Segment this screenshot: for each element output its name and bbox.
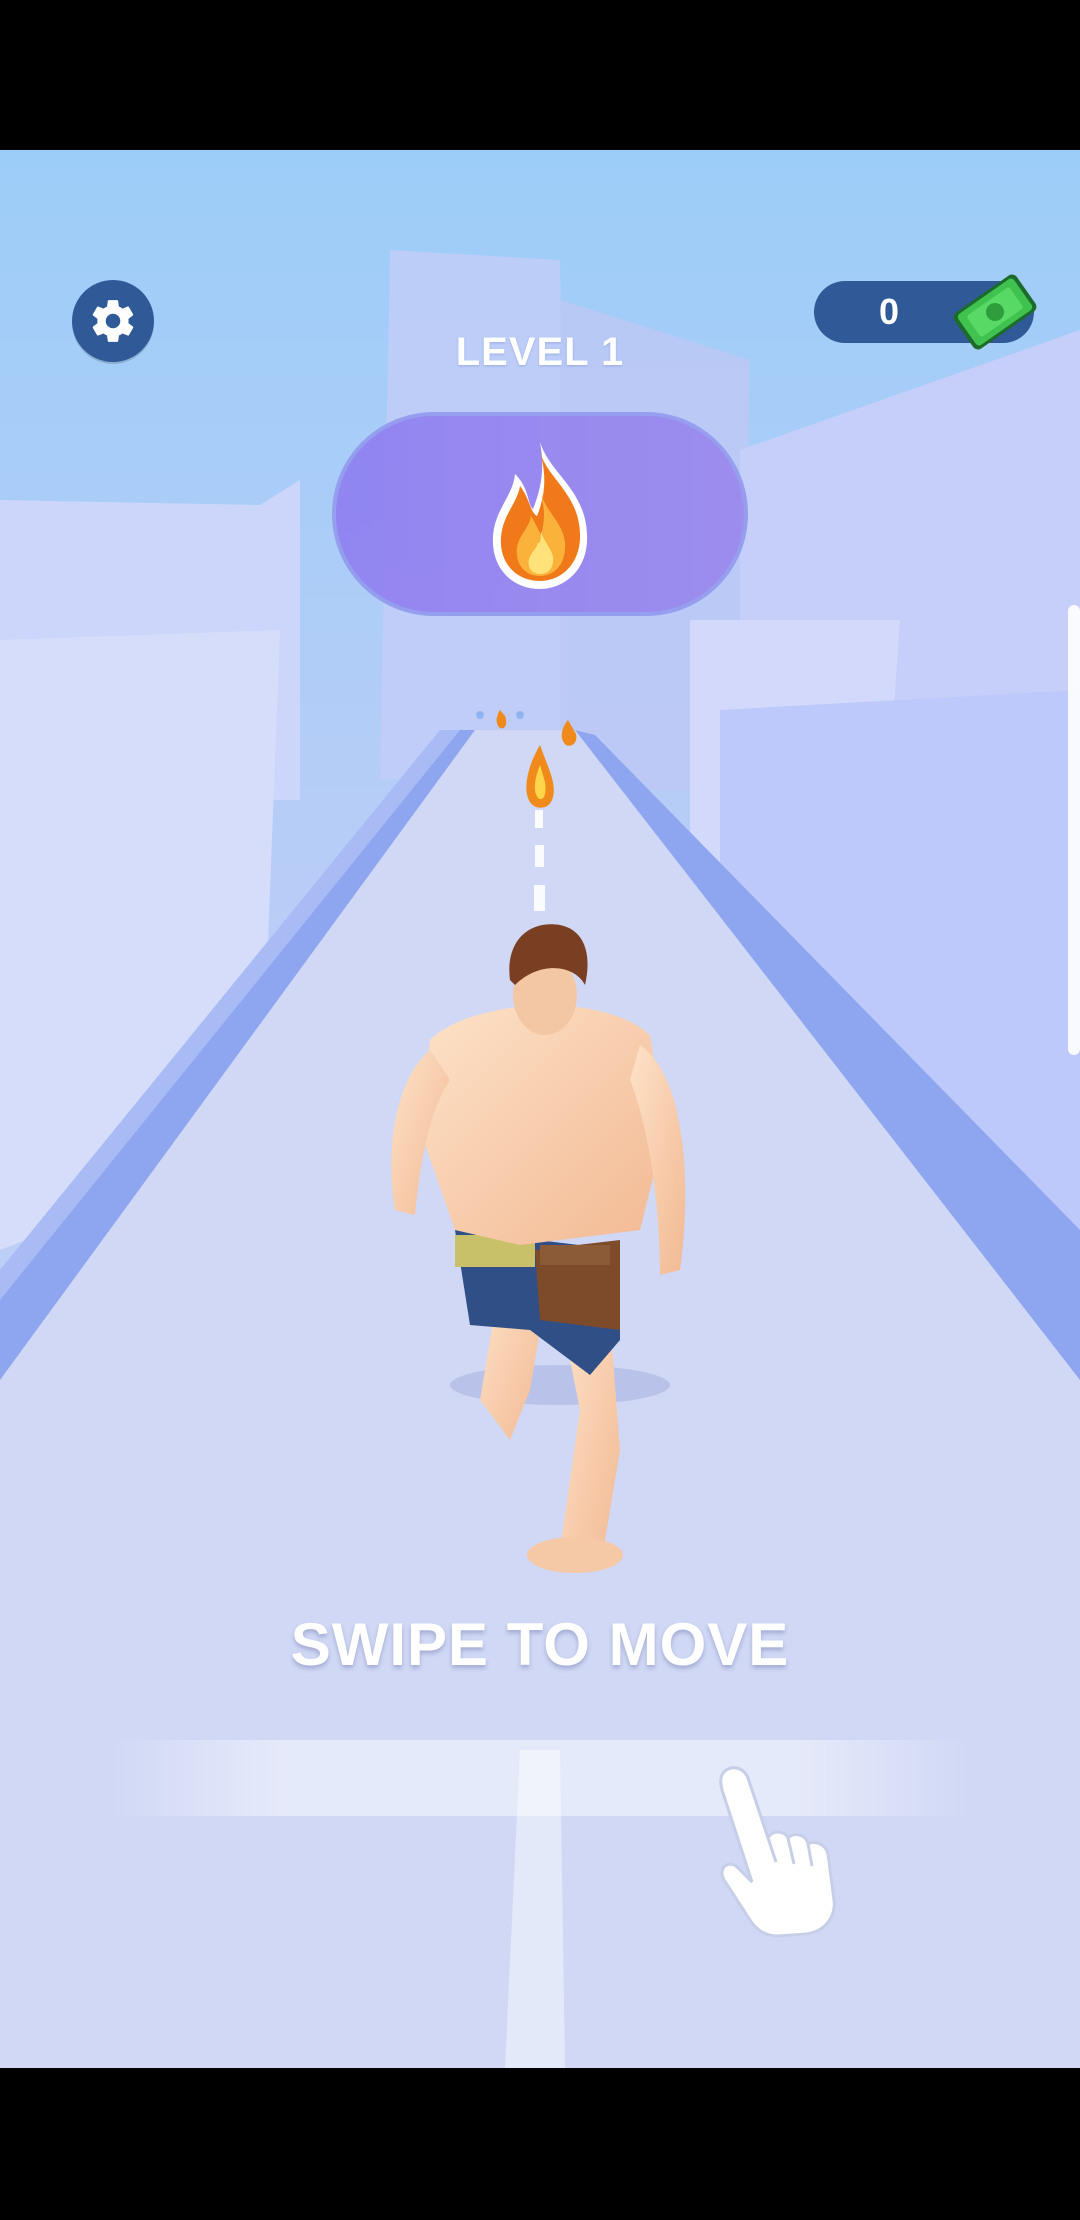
fire-icon	[492, 442, 588, 589]
settings-button[interactable]	[72, 280, 154, 362]
status-bar-area	[0, 0, 1080, 150]
power-indicator	[332, 412, 748, 616]
cash-icon	[953, 274, 1037, 350]
gear-icon	[92, 300, 134, 342]
pointing-hand-icon	[719, 1766, 836, 1938]
swipe-hint-text: SWIPE TO MOVE	[290, 1611, 790, 1678]
level-title: LEVEL 1	[455, 330, 625, 374]
money-value: 0	[878, 291, 900, 332]
navigation-bar-area	[0, 2068, 1080, 2220]
